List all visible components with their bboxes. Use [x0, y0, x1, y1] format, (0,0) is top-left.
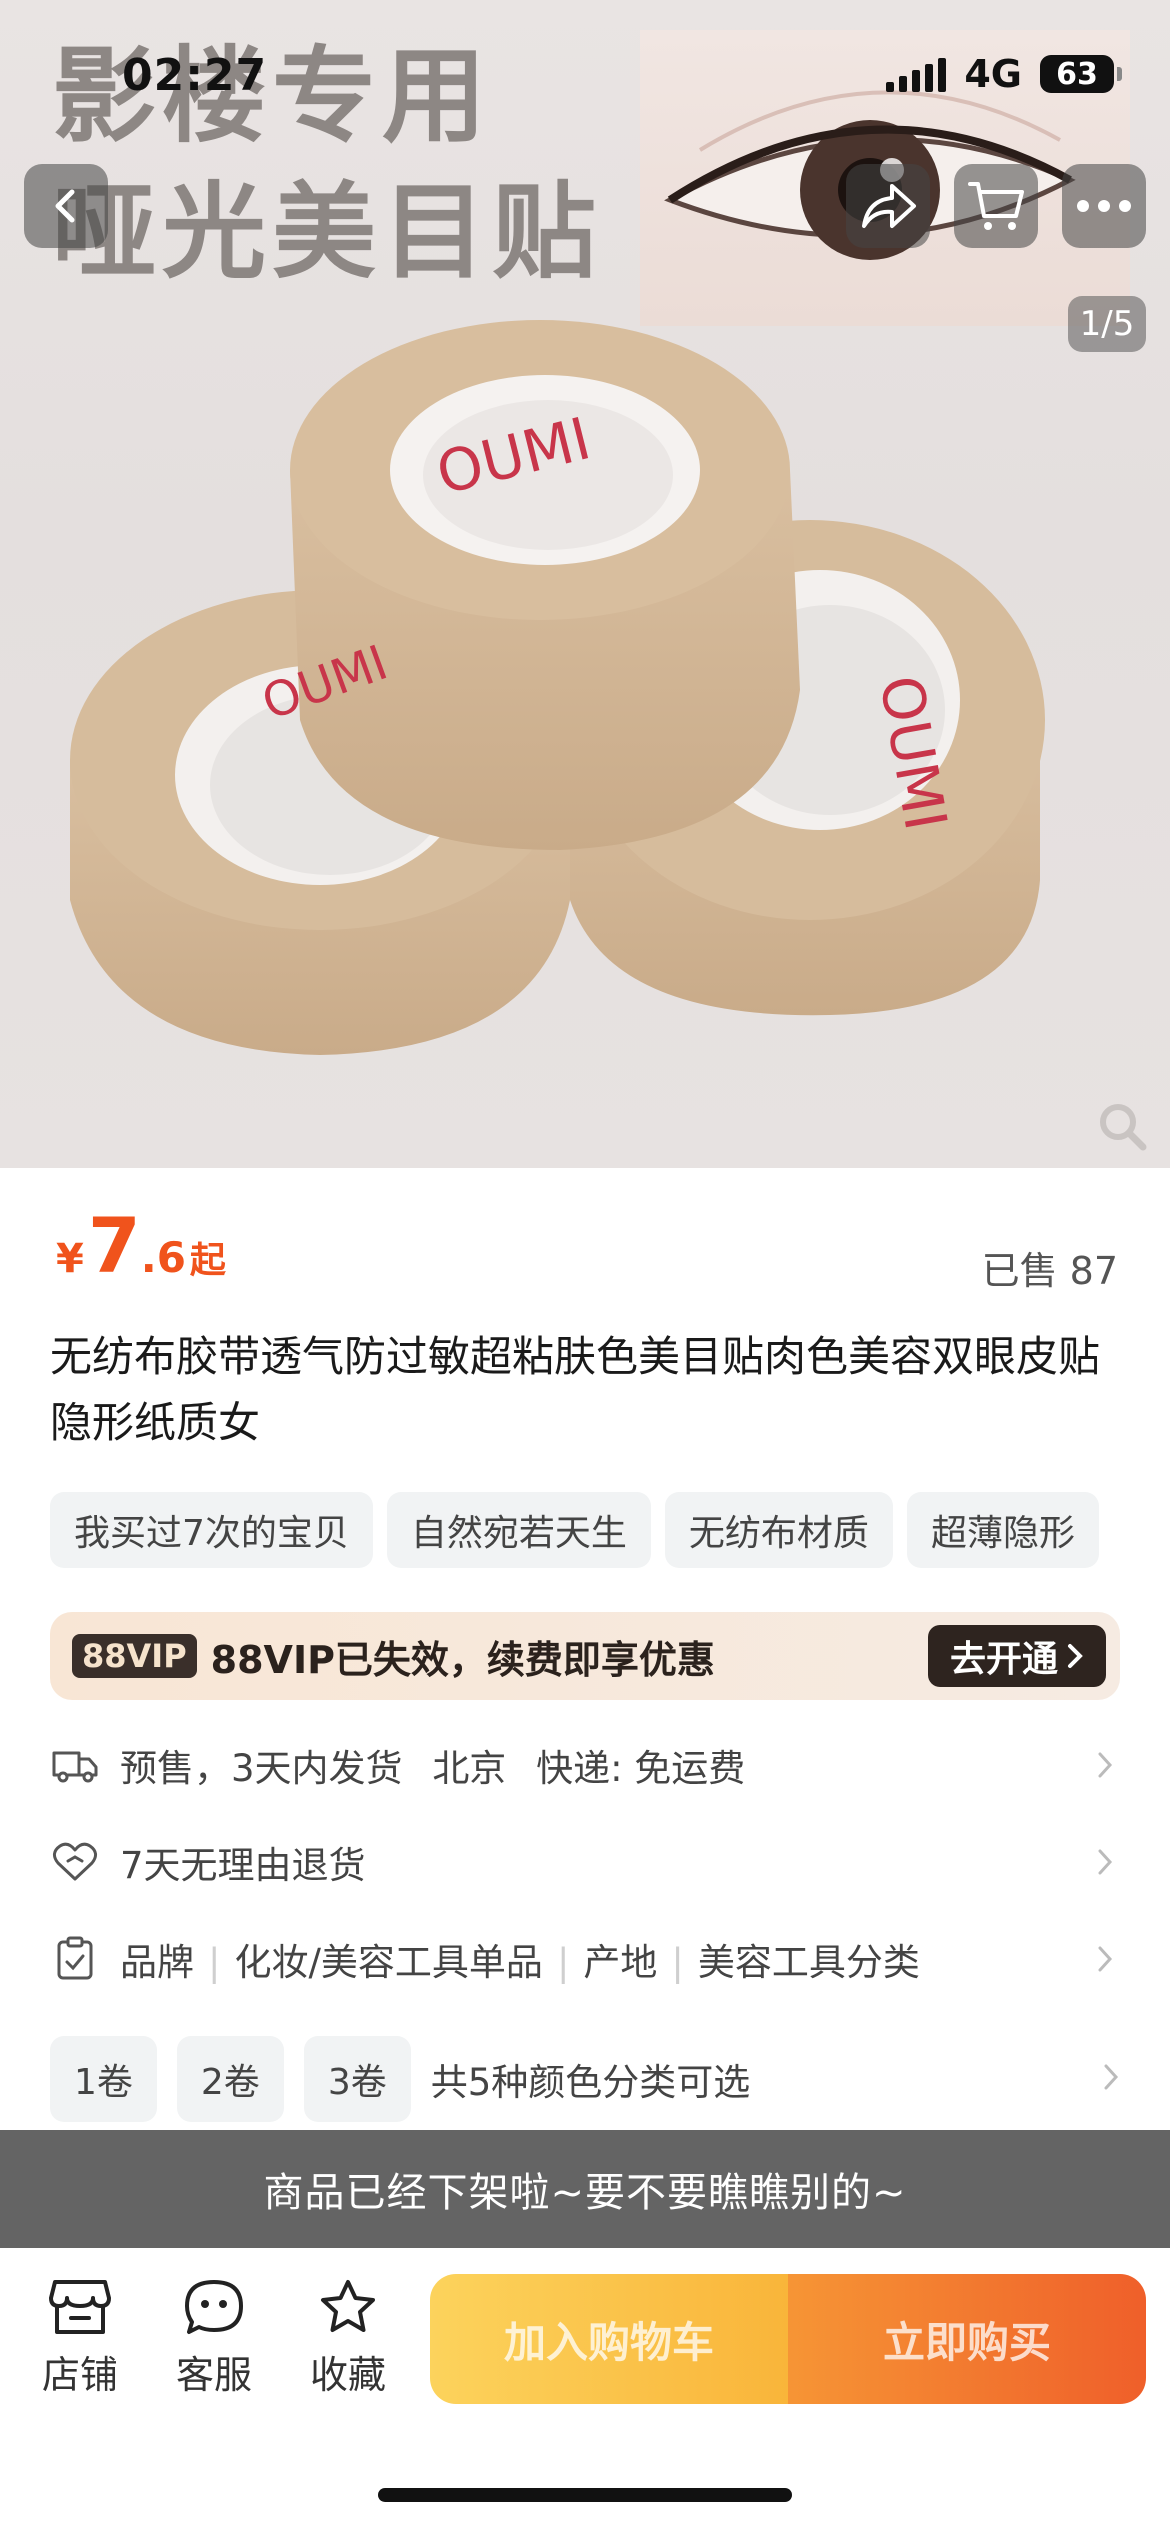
sku-option[interactable]: 2卷	[176, 2036, 284, 2122]
cart-button[interactable]	[954, 164, 1038, 248]
vip-badge: 88VIP	[72, 1634, 197, 1678]
product-tag[interactable]: 我买过7次的宝贝	[50, 1492, 373, 1568]
price-decimal: .6	[140, 1233, 186, 1282]
shipping-origin: 北京	[432, 1747, 507, 1790]
image-counter: 1/5	[1068, 296, 1146, 352]
home-indicator[interactable]	[378, 2488, 792, 2502]
more-options-button[interactable]	[1062, 164, 1146, 248]
price-suffix: 起	[189, 1240, 226, 1281]
chevron-right-icon	[1090, 1847, 1120, 1877]
clipboard-icon	[50, 1934, 100, 1984]
param-type: 美容工具分类	[697, 1941, 920, 1984]
store-icon	[49, 2280, 111, 2334]
vip-message: 88VIP已失效，续费即享优惠	[210, 1637, 715, 1682]
battery-icon: 63	[1040, 55, 1122, 93]
product-params-row[interactable]: 品牌 | 化妆/美容工具单品 | 产地 | 美容工具分类	[50, 1924, 1120, 1994]
product-tags: 我买过7次的宝贝 自然宛若天生 无纺布材质 超薄隐形	[50, 1492, 1099, 1568]
shop-label: 店铺	[41, 2353, 118, 2397]
shipping-fee: 快递: 免运费	[536, 1747, 746, 1790]
product-tag[interactable]: 自然宛若天生	[386, 1492, 651, 1568]
shipping-presale: 预售，3天内发货	[120, 1747, 403, 1790]
heart-icon	[50, 1837, 100, 1887]
sku-option[interactable]: 1卷	[50, 2036, 157, 2122]
param-brand: 品牌	[120, 1941, 194, 1984]
chevron-right-icon	[1068, 1644, 1083, 1668]
customer-service-button[interactable]: 客服	[164, 2278, 264, 2399]
sku-selector-row[interactable]: 1卷 2卷 3卷 共5种颜色分类可选	[50, 2036, 1120, 2122]
status-time: 02:27	[122, 50, 268, 101]
back-button[interactable]	[24, 164, 108, 248]
favorite-label: 收藏	[309, 2353, 386, 2397]
returns-row[interactable]: 7天无理由退货	[50, 1827, 1120, 1897]
customer-service-label: 客服	[175, 2353, 252, 2397]
product-title: 无纺布胶带透气防过敏超粘肤色美目贴肉色美容双眼皮贴隐形纸质女	[50, 1332, 1101, 1447]
add-to-cart-button[interactable]: 加入购物车	[430, 2274, 788, 2404]
buy-now-button[interactable]: 立即购买	[788, 2274, 1146, 2404]
param-origin: 产地	[583, 1941, 658, 1984]
chevron-right-icon	[1090, 1944, 1120, 1974]
sku-note: 共5种颜色分类可选	[430, 2061, 751, 2104]
chevron-left-icon	[55, 189, 75, 223]
currency-symbol: ¥	[56, 1236, 84, 1282]
chevron-right-icon	[1090, 1750, 1120, 1780]
chat-bubble-icon	[185, 2280, 243, 2334]
offline-notice-banner[interactable]: 商品已经下架啦~要不要瞧瞧别的~	[0, 2130, 1170, 2248]
shop-button[interactable]: 店铺	[30, 2278, 130, 2399]
price-integer: 7	[87, 1201, 141, 1290]
sold-count: 已售 87	[981, 1249, 1118, 1293]
price: ¥ 7 .6 起	[56, 1208, 226, 1284]
truck-icon	[50, 1740, 100, 1790]
share-icon	[862, 184, 916, 228]
vip-activate-button[interactable]: 去开通	[927, 1625, 1106, 1687]
shipping-row[interactable]: 预售，3天内发货 北京 快递: 免运费	[50, 1730, 1120, 1800]
vip-activate-label: 去开通	[949, 1639, 1058, 1680]
returns-policy: 7天无理由退货	[120, 1844, 366, 1887]
vip-banner[interactable]: 88VIP 88VIP已失效，续费即享优惠 去开通	[50, 1612, 1120, 1700]
share-button[interactable]	[846, 164, 930, 248]
param-category: 化妆/美容工具单品	[234, 1941, 543, 1984]
product-params: 品牌 | 化妆/美容工具单品 | 产地 | 美容工具分类	[120, 1941, 920, 1984]
product-image-carousel[interactable]: 影楼专用 哑光美目贴 OUMI OUMI OUMI 02:27 4G 63 1/…	[0, 0, 1170, 1168]
product-tag[interactable]: 超薄隐形	[906, 1492, 1099, 1568]
magnifier-icon[interactable]	[1098, 1102, 1148, 1152]
star-icon	[321, 2280, 375, 2332]
product-tag[interactable]: 无纺布材质	[664, 1492, 893, 1568]
favorite-button[interactable]: 收藏	[298, 2278, 398, 2399]
more-dots-icon	[1077, 200, 1131, 212]
cellular-signal-icon	[886, 56, 947, 92]
shipping-info: 预售，3天内发货 北京 快递: 免运费	[120, 1738, 1090, 1792]
status-indicators: 4G 63	[886, 52, 1122, 96]
sku-option[interactable]: 3卷	[303, 2036, 411, 2122]
shopping-cart-icon	[968, 182, 1024, 230]
network-type: 4G	[964, 52, 1022, 96]
chevron-right-icon	[1102, 2062, 1120, 2096]
